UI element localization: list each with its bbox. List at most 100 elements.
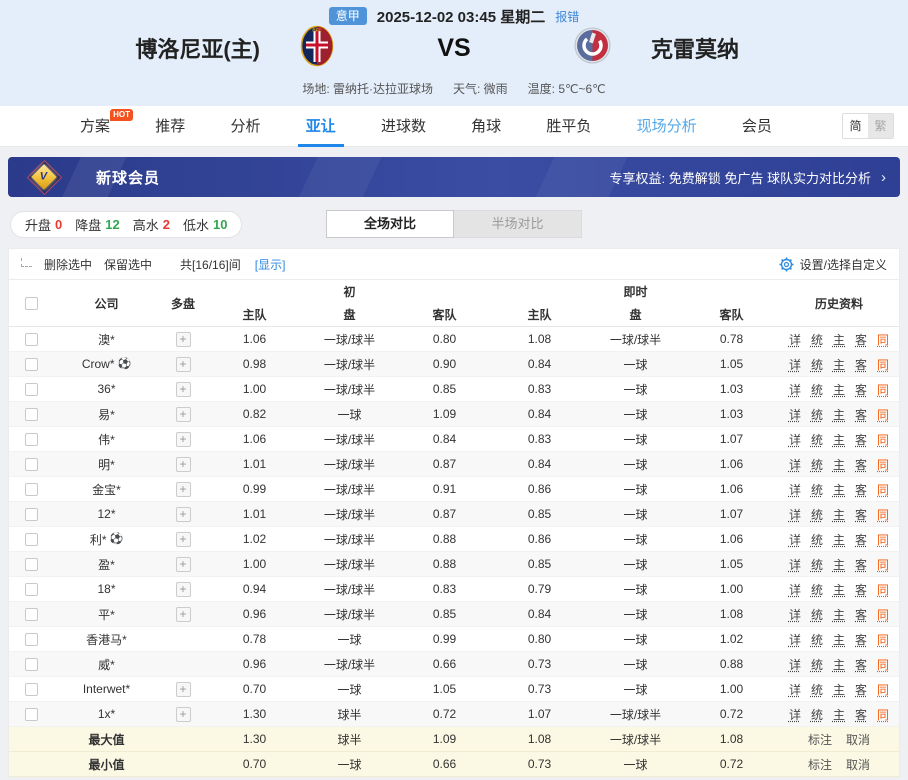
away-history-link[interactable]: 客 <box>855 356 867 373</box>
select-all-checkbox[interactable] <box>25 297 38 310</box>
nav-item[interactable]: 亚让 <box>306 106 336 147</box>
same-odds-link[interactable]: 同 <box>877 506 889 523</box>
home-history-link[interactable]: 主 <box>833 631 845 648</box>
same-odds-link[interactable]: 同 <box>877 331 889 348</box>
away-history-link[interactable]: 客 <box>855 631 867 648</box>
expand-multi-button[interactable]: + <box>176 357 191 372</box>
same-odds-link[interactable]: 同 <box>877 631 889 648</box>
nav-item[interactable]: 分析 <box>230 106 260 147</box>
away-history-link[interactable]: 客 <box>855 506 867 523</box>
expand-multi-button[interactable]: + <box>176 432 191 447</box>
lang-traditional-button[interactable]: 繁 <box>868 114 893 138</box>
vip-banner[interactable]: V 新球会员 专享权益: 免费解锁 免广告 球队实力对比分析 › <box>8 157 900 197</box>
same-odds-link[interactable]: 同 <box>877 606 889 623</box>
home-history-link[interactable]: 主 <box>833 706 845 723</box>
detail-link[interactable]: 详 <box>789 481 801 498</box>
row-checkbox[interactable] <box>25 708 38 721</box>
detail-link[interactable]: 详 <box>789 331 801 348</box>
lang-simplified-button[interactable]: 简 <box>843 114 868 138</box>
show-link[interactable]: [显示] <box>255 256 286 273</box>
row-checkbox[interactable] <box>25 358 38 371</box>
away-history-link[interactable]: 客 <box>855 556 867 573</box>
detail-link[interactable]: 详 <box>789 556 801 573</box>
same-odds-link[interactable]: 同 <box>877 431 889 448</box>
expand-multi-button[interactable]: + <box>176 557 191 572</box>
same-odds-link[interactable]: 同 <box>877 481 889 498</box>
stats-link[interactable]: 统 <box>811 631 823 648</box>
same-odds-link[interactable]: 同 <box>877 556 889 573</box>
away-history-link[interactable]: 客 <box>855 406 867 423</box>
detail-link[interactable]: 详 <box>789 456 801 473</box>
row-checkbox[interactable] <box>25 333 38 346</box>
detail-link[interactable]: 详 <box>789 381 801 398</box>
detail-link[interactable]: 详 <box>789 631 801 648</box>
away-history-link[interactable]: 客 <box>855 481 867 498</box>
scope-tab[interactable]: 全场对比 <box>326 210 454 238</box>
expand-multi-button[interactable]: + <box>176 407 191 422</box>
expand-multi-button[interactable]: + <box>176 532 191 547</box>
nav-item[interactable]: 现场分析 <box>637 106 697 147</box>
same-odds-link[interactable]: 同 <box>877 706 889 723</box>
detail-link[interactable]: 详 <box>789 656 801 673</box>
same-odds-link[interactable]: 同 <box>877 456 889 473</box>
expand-multi-button[interactable]: + <box>176 382 191 397</box>
home-history-link[interactable]: 主 <box>833 406 845 423</box>
home-history-link[interactable]: 主 <box>833 531 845 548</box>
home-history-link[interactable]: 主 <box>833 506 845 523</box>
row-checkbox[interactable] <box>25 608 38 621</box>
stats-link[interactable]: 统 <box>811 581 823 598</box>
scope-tab[interactable]: 半场对比 <box>454 210 582 238</box>
row-checkbox[interactable] <box>25 683 38 696</box>
same-odds-link[interactable]: 同 <box>877 581 889 598</box>
away-history-link[interactable]: 客 <box>855 531 867 548</box>
stats-link[interactable]: 统 <box>811 606 823 623</box>
stats-link[interactable]: 统 <box>811 431 823 448</box>
stats-link[interactable]: 统 <box>811 456 823 473</box>
detail-link[interactable]: 详 <box>789 506 801 523</box>
same-odds-link[interactable]: 同 <box>877 656 889 673</box>
nav-item[interactable]: 角球 <box>471 106 501 147</box>
nav-item[interactable]: 方案HOT <box>80 106 110 147</box>
stats-link[interactable]: 统 <box>811 381 823 398</box>
stats-link[interactable]: 统 <box>811 506 823 523</box>
nav-item[interactable]: 进球数 <box>381 106 426 147</box>
away-history-link[interactable]: 客 <box>855 681 867 698</box>
mark-link[interactable]: 标注 <box>808 731 832 748</box>
home-history-link[interactable]: 主 <box>833 606 845 623</box>
row-checkbox[interactable] <box>25 558 38 571</box>
keep-selected-button[interactable]: 保留选中 <box>104 256 152 273</box>
stats-link[interactable]: 统 <box>811 706 823 723</box>
stats-link[interactable]: 统 <box>811 656 823 673</box>
home-history-link[interactable]: 主 <box>833 356 845 373</box>
same-odds-link[interactable]: 同 <box>877 406 889 423</box>
away-history-link[interactable]: 客 <box>855 331 867 348</box>
away-history-link[interactable]: 客 <box>855 431 867 448</box>
stats-link[interactable]: 统 <box>811 331 823 348</box>
home-history-link[interactable]: 主 <box>833 381 845 398</box>
row-checkbox[interactable] <box>25 658 38 671</box>
settings-button[interactable]: 设置/选择自定义 <box>779 256 887 273</box>
detail-link[interactable]: 详 <box>789 406 801 423</box>
row-checkbox[interactable] <box>25 383 38 396</box>
home-history-link[interactable]: 主 <box>833 656 845 673</box>
expand-multi-button[interactable]: + <box>176 482 191 497</box>
row-checkbox[interactable] <box>25 533 38 546</box>
stats-link[interactable]: 统 <box>811 681 823 698</box>
stats-link[interactable]: 统 <box>811 556 823 573</box>
detail-link[interactable]: 详 <box>789 431 801 448</box>
away-history-link[interactable]: 客 <box>855 581 867 598</box>
away-history-link[interactable]: 客 <box>855 381 867 398</box>
home-history-link[interactable]: 主 <box>833 431 845 448</box>
mark-link[interactable]: 标注 <box>808 756 832 773</box>
stats-link[interactable]: 统 <box>811 531 823 548</box>
home-history-link[interactable]: 主 <box>833 331 845 348</box>
same-odds-link[interactable]: 同 <box>877 531 889 548</box>
detail-link[interactable]: 详 <box>789 531 801 548</box>
detail-link[interactable]: 详 <box>789 581 801 598</box>
expand-multi-button[interactable]: + <box>176 457 191 472</box>
away-history-link[interactable]: 客 <box>855 456 867 473</box>
row-checkbox[interactable] <box>25 583 38 596</box>
cancel-link[interactable]: 取消 <box>846 756 870 773</box>
away-history-link[interactable]: 客 <box>855 606 867 623</box>
home-history-link[interactable]: 主 <box>833 456 845 473</box>
